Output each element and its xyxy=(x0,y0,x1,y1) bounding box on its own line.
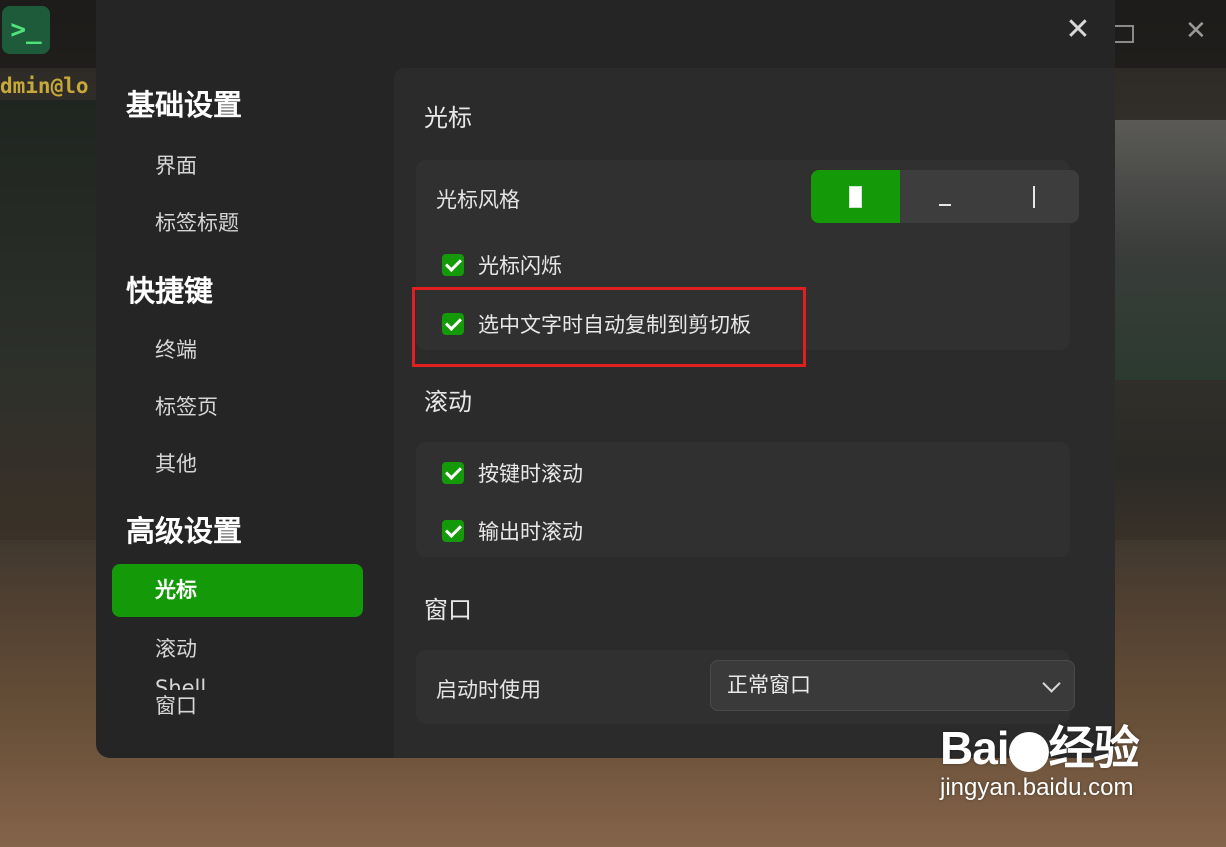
sidebar-item-cursor[interactable]: 光标 xyxy=(112,564,363,617)
cursor-blink-option[interactable]: 光标闪烁 xyxy=(442,250,562,280)
baidu-logo-text: Bai xyxy=(940,722,1010,774)
sidebar-group-advanced: 高级设置 xyxy=(126,514,243,548)
ibeam-cursor-icon xyxy=(1032,185,1035,208)
baidu-logo-jingyan: 经验 xyxy=(1048,722,1140,774)
sidebar-item-tabs[interactable]: 标签页 xyxy=(112,381,363,434)
dialog-close-icon[interactable]: ✕ xyxy=(1062,14,1094,46)
window-close-icon[interactable]: ✕ xyxy=(1185,16,1207,46)
cursor-style-ibeam[interactable] xyxy=(989,170,1078,223)
sidebar-item-interface[interactable]: 界面 xyxy=(112,140,363,193)
section-title-window: 窗口 xyxy=(424,596,472,624)
settings-sidebar: 基础设置 界面 标签标题 快捷键 终端 标签页 其他 高级设置 光标 滚动 窗口 xyxy=(96,68,376,758)
sidebar-item-other[interactable]: 其他 xyxy=(112,438,363,491)
background-mountains xyxy=(1110,120,1226,380)
startup-window-select[interactable]: 正常窗口 xyxy=(710,660,1075,711)
cursor-style-label: 光标风格 xyxy=(436,188,520,212)
sidebar-item-shell[interactable]: Shell xyxy=(155,676,206,690)
cursor-style-block[interactable] xyxy=(811,170,900,223)
cursor-blink-checkbox[interactable] xyxy=(442,254,464,276)
sidebar-item-tab-title[interactable]: 标签标题 xyxy=(112,197,363,250)
paw-icon xyxy=(1008,731,1049,772)
background-forest xyxy=(0,100,96,540)
startup-label: 启动时使用 xyxy=(436,678,541,702)
scroll-on-output-label: 输出时滚动 xyxy=(478,520,583,544)
section-title-cursor: 光标 xyxy=(424,104,472,132)
cursor-style-selector xyxy=(811,170,1079,223)
startup-window-value: 正常窗口 xyxy=(727,673,811,697)
terminal-prompt: dmin@lo xyxy=(0,74,89,98)
chevron-down-icon xyxy=(1042,674,1061,693)
baidu-logo: Bai 经验 xyxy=(940,712,1140,778)
baidu-url: jingyan.baidu.com xyxy=(940,774,1134,801)
scroll-settings-card: 按键时滚动 输出时滚动 xyxy=(416,442,1070,557)
sidebar-group-shortcuts: 快捷键 xyxy=(126,274,214,308)
cursor-blink-label: 光标闪烁 xyxy=(478,254,562,278)
scroll-on-key-checkbox[interactable] xyxy=(442,462,464,484)
cursor-style-underline[interactable] xyxy=(900,170,989,223)
sidebar-group-basic: 基础设置 xyxy=(126,88,243,122)
highlight-annotation xyxy=(412,287,806,367)
sidebar-item-window[interactable]: 窗口 xyxy=(112,680,363,733)
scroll-on-output-option[interactable]: 输出时滚动 xyxy=(442,516,583,546)
block-cursor-icon xyxy=(849,185,862,208)
baidu-watermark: Bai 经验 jingyan.baidu.com xyxy=(940,712,1140,802)
maximize-icon[interactable] xyxy=(1112,25,1134,43)
section-title-scroll: 滚动 xyxy=(424,388,472,416)
settings-content: 光标 光标风格 光标闪烁 选中文字时自动复制到剪切板 滚动 按键时滚动 输出时滚… xyxy=(394,68,1115,758)
scroll-on-output-checkbox[interactable] xyxy=(442,520,464,542)
underline-cursor-icon xyxy=(938,203,951,206)
settings-dialog: ✕ 基础设置 界面 标签标题 快捷键 终端 标签页 其他 高级设置 光标 滚动 … xyxy=(96,0,1115,758)
scroll-on-key-label: 按键时滚动 xyxy=(478,462,583,486)
scroll-on-key-option[interactable]: 按键时滚动 xyxy=(442,458,583,488)
sidebar-item-terminal[interactable]: 终端 xyxy=(112,324,363,377)
terminal-app-icon[interactable]: >_ xyxy=(2,6,50,54)
sidebar-item-scroll[interactable]: 滚动 xyxy=(112,623,363,676)
